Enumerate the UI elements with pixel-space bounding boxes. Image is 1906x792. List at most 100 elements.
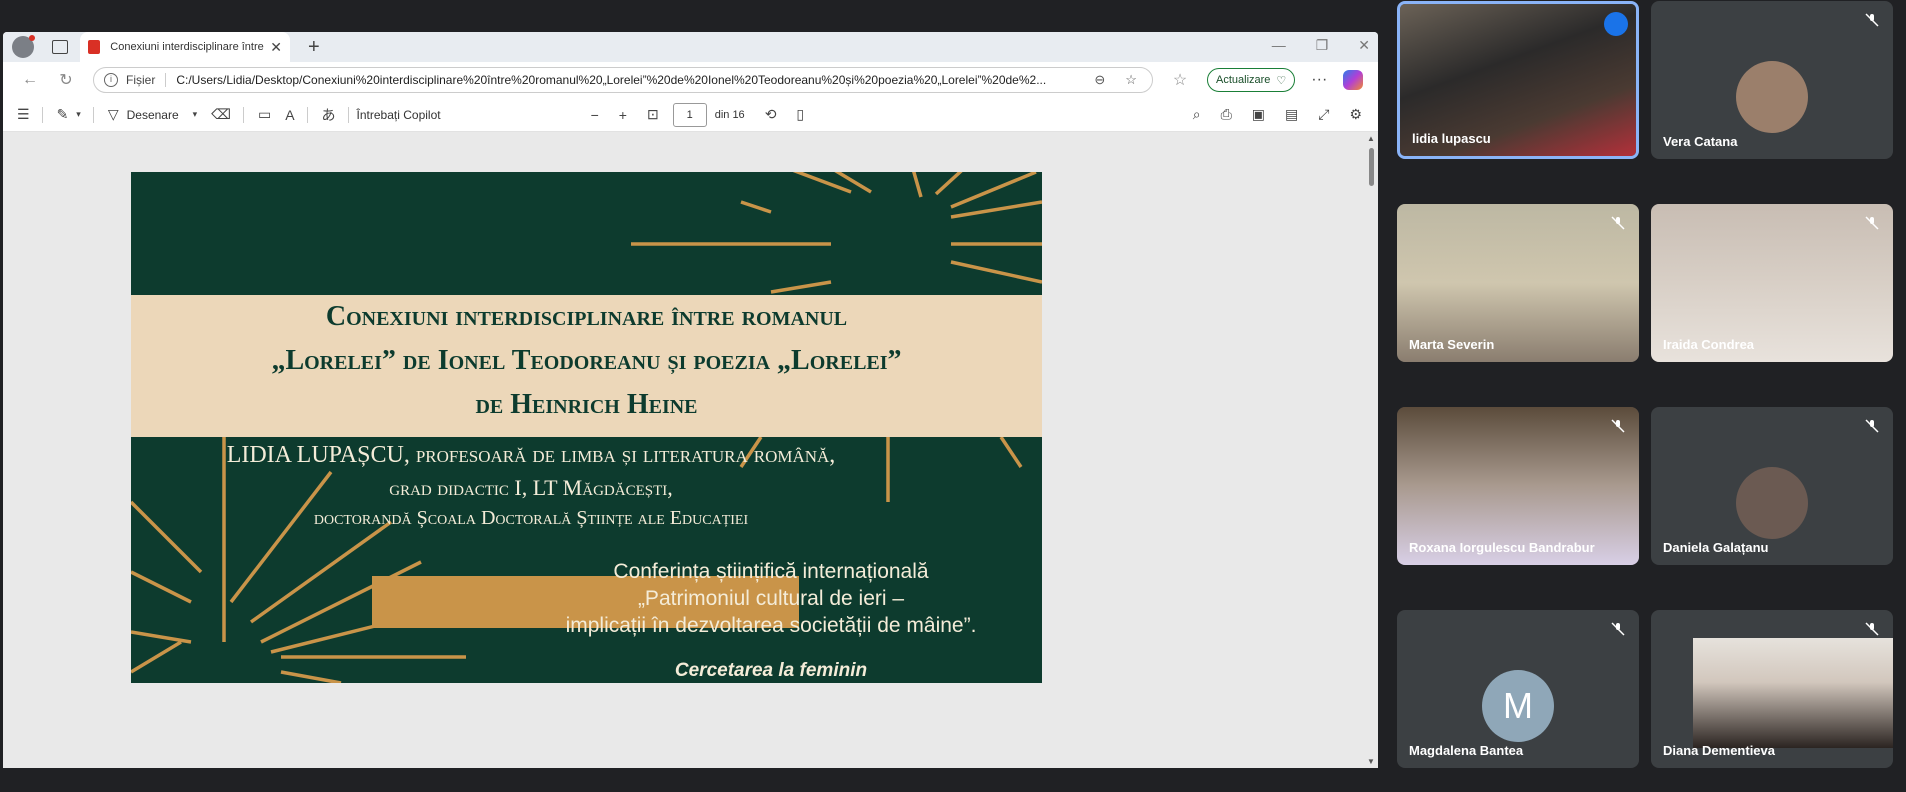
participant-tile-3[interactable]: Marta Severin <box>1397 204 1639 362</box>
update-button[interactable]: Actualizare ♡ <box>1207 68 1296 92</box>
search-icon[interactable]: ⌕ <box>1193 106 1201 123</box>
address-bar: ← ↻ i Fișier C:/Users/Lidia/Desktop/Cone… <box>3 62 1378 98</box>
scroll-up-icon[interactable]: ▲ <box>1367 134 1375 143</box>
eraser-icon[interactable]: ⌫ <box>211 106 231 123</box>
mic-off-icon <box>1865 419 1879 433</box>
translate-icon[interactable]: あ <box>322 105 336 125</box>
tabs-icon[interactable] <box>52 40 68 54</box>
pdf-toolbar-right: ⌕ ⎙ ▣ ▤ ⤢ ⚙ <box>1193 106 1362 123</box>
heart-icon: ♡ <box>1276 74 1287 87</box>
more-icon[interactable]: ··· <box>1311 71 1327 89</box>
save-icon[interactable]: ▣ <box>1252 106 1265 123</box>
video-feed <box>1693 638 1893 748</box>
speaking-indicator-icon <box>1604 12 1628 36</box>
update-label: Actualizare <box>1216 74 1271 86</box>
mic-off-icon <box>1865 622 1879 636</box>
participant-tile-1[interactable]: lidia lupascu <box>1397 1 1639 159</box>
text-box-icon[interactable]: ▭ <box>258 106 271 123</box>
print-icon[interactable]: ⎙ <box>1221 106 1232 123</box>
participant-name: Roxana Iorgulescu Bandrabur <box>1409 540 1595 555</box>
participant-tile-6[interactable]: Daniela Galațanu <box>1651 407 1893 565</box>
page-view-icon[interactable]: ▯ <box>796 106 804 123</box>
refresh-icon[interactable]: ↻ <box>57 70 75 90</box>
window-controls: — ❐ ✕ <box>1272 37 1370 54</box>
participant-tile-7[interactable]: M Magdalena Bantea <box>1397 610 1639 768</box>
slide-page: Conexiuni interdisciplinare între romanu… <box>131 172 1042 683</box>
pdf-toolbar: ☰ ✎ ▾ ▽ Desenare ▾ ⌫ ▭ A あ Întrebați Cop… <box>3 98 1378 132</box>
participant-tile-2[interactable]: Vera Catana <box>1651 1 1893 159</box>
omnibox-icons: ⊖ ☆ <box>1094 72 1137 88</box>
participant-tile-5[interactable]: Roxana Iorgulescu Bandrabur <box>1397 407 1639 565</box>
author-line-2: grad didactic I, LT Măgdăcești, <box>389 475 673 500</box>
star-icon[interactable]: ☆ <box>1125 72 1137 88</box>
contents-icon[interactable]: ☰ <box>17 106 30 123</box>
avatar <box>1736 467 1808 539</box>
mic-off-icon <box>1611 419 1625 433</box>
slide-footer: Cercetarea la feminin <box>674 660 868 681</box>
close-icon[interactable]: ✕ <box>270 39 282 56</box>
pdf-viewer[interactable]: Conexiuni interdisciplinare între romanu… <box>3 132 1378 768</box>
title-bar: Conexiuni interdisciplinare între r... ✕… <box>3 32 1378 62</box>
minimize-icon[interactable]: — <box>1272 37 1286 54</box>
chevron-down-icon[interactable]: ▾ <box>76 109 81 120</box>
url-text[interactable]: C:/Users/Lidia/Desktop/Conexiuni%20inter… <box>176 73 1076 87</box>
participant-name: Daniela Galațanu <box>1663 540 1769 555</box>
participant-name: Vera Catana <box>1663 134 1738 149</box>
slide-title-line-2: „Lorelei” de Ionel Teodoreanu și poezia … <box>271 345 902 376</box>
mic-off-icon <box>1865 216 1879 230</box>
scheme-label: Fișier <box>126 73 156 87</box>
zoom-icon[interactable]: ⊖ <box>1094 72 1105 88</box>
scrollbar[interactable]: ▲ ▼ <box>1366 132 1376 768</box>
back-icon[interactable]: ← <box>21 71 39 89</box>
profile-icon[interactable] <box>12 35 35 58</box>
maximize-icon[interactable]: ❐ <box>1316 37 1329 54</box>
author-line-3: doctorandă Școala Doctorală Științe ale … <box>313 507 749 529</box>
favorites-icon[interactable]: ☆ <box>1171 70 1189 90</box>
url-field[interactable]: i Fișier C:/Users/Lidia/Desktop/Conexiun… <box>93 67 1153 93</box>
conference-block: Conferința științifică internațională „P… <box>551 558 991 639</box>
settings-icon[interactable]: ⚙ <box>1349 106 1362 123</box>
draw-label[interactable]: Desenare <box>127 108 179 122</box>
zoom-in-icon[interactable]: + <box>619 107 627 123</box>
tab-title: Conexiuni interdisciplinare între r... <box>110 41 267 53</box>
chevron-down-icon[interactable]: ▾ <box>193 109 198 120</box>
page-number-input[interactable]: 1 <box>672 102 707 127</box>
participant-name: Diana Dementieva <box>1663 743 1775 758</box>
participant-name: Marta Severin <box>1409 337 1495 352</box>
copilot-icon[interactable] <box>1343 70 1364 90</box>
author-line-1: LIDIA LUPAȘCU, profesoară de limba și li… <box>226 442 836 468</box>
participant-tile-4[interactable]: Iraida Condrea <box>1651 204 1893 362</box>
fullscreen-icon[interactable]: ⤢ <box>1318 106 1329 123</box>
browser-tab[interactable]: Conexiuni interdisciplinare între r... ✕ <box>80 32 290 62</box>
close-window-icon[interactable]: ✕ <box>1358 37 1370 54</box>
mic-off-icon <box>1611 622 1625 636</box>
rotate-icon[interactable]: ⟲ <box>765 106 777 123</box>
fit-icon[interactable]: ⊡ <box>647 106 659 123</box>
participant-name: Iraida Condrea <box>1663 337 1755 352</box>
participant-name: lidia lupascu <box>1412 131 1491 146</box>
divider <box>165 73 167 87</box>
highlight-icon[interactable]: ✎ <box>57 106 69 123</box>
slide-title-line-3: de Heinrich Heine <box>475 389 698 420</box>
ask-copilot-button[interactable]: Întrebați Copilot <box>357 108 441 122</box>
mic-off-icon <box>1865 13 1879 27</box>
read-aloud-icon[interactable]: A <box>285 107 294 123</box>
author-block: LIDIA LUPAȘCU, profesoară de limba și li… <box>131 442 931 530</box>
scroll-down-icon[interactable]: ▼ <box>1367 757 1375 766</box>
avatar <box>1736 61 1808 133</box>
scroll-thumb[interactable] <box>1369 148 1374 186</box>
zoom-out-icon[interactable]: − <box>591 107 599 123</box>
info-icon[interactable]: i <box>104 73 118 87</box>
slide-title-line-1: Conexiuni interdisciplinare între romanu… <box>325 301 848 332</box>
title-band: Conexiuni interdisciplinare între romanu… <box>131 295 1042 437</box>
avatar: M <box>1482 670 1554 742</box>
mic-off-icon <box>1611 216 1625 230</box>
conference-line-1: Conferința științifică internațională <box>613 560 929 583</box>
participant-tile-8[interactable]: Diana Dementieva <box>1651 610 1893 768</box>
draw-icon[interactable]: ▽ <box>108 106 119 123</box>
pdf-icon <box>88 40 101 54</box>
new-tab-icon[interactable]: + <box>308 36 320 59</box>
browser-window: Conexiuni interdisciplinare între r... ✕… <box>3 32 1378 768</box>
save-as-icon[interactable]: ▤ <box>1285 106 1298 123</box>
conference-line-2: „Patrimoniul cultural de ieri – <box>637 587 905 610</box>
